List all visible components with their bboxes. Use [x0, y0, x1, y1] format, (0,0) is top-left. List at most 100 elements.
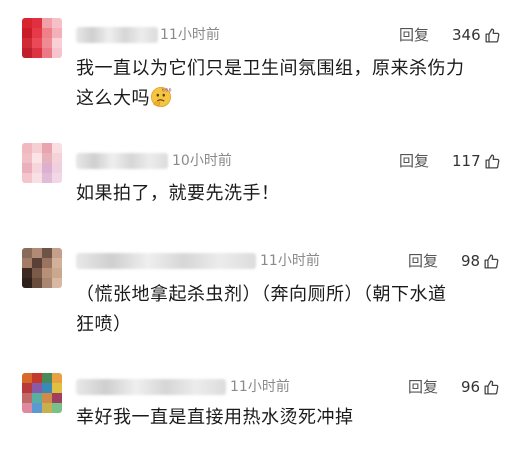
avatar-pixel — [22, 163, 32, 173]
reply-button[interactable]: 回复 — [408, 378, 438, 396]
avatar-pixel — [22, 248, 32, 258]
avatar-pixel — [42, 383, 52, 393]
avatar-pixel — [42, 268, 52, 278]
comment-text: 幸好我一直是直接用热水烫死冲掉 — [76, 407, 354, 428]
avatar-pixel — [42, 173, 52, 183]
thumbs-up-icon — [484, 379, 499, 395]
avatar-pixel — [42, 143, 52, 153]
comment-item: 11小时前 回复 98 （慌张地拿起杀虫剂）（奔向厕所）（朝下水道 狂喷） — [0, 230, 524, 355]
avatar-pixel — [52, 373, 62, 383]
thumbs-up-icon — [485, 153, 500, 169]
like-count: 346 — [452, 26, 481, 44]
avatar-pixel — [22, 383, 32, 393]
avatar-pixel — [22, 258, 32, 268]
avatar-pixel — [52, 153, 62, 163]
comment-item: 11小时前 回复 346 我一直以为它们只是卫生间氛围组，原来杀伤力 这么大吗 6… — [0, 0, 524, 125]
thumbs-up-icon — [484, 253, 499, 269]
avatar-pixel — [42, 18, 52, 28]
avatar-pixel — [42, 153, 52, 163]
avatar-pixel — [52, 163, 62, 173]
avatar-pixel — [42, 278, 52, 288]
comment-time: 11小时前 — [230, 379, 290, 395]
avatar-pixel — [42, 258, 52, 268]
avatar-pixel — [42, 28, 52, 38]
avatar[interactable] — [22, 143, 62, 183]
like-button[interactable]: 98 — [461, 252, 500, 270]
avatar-pixel — [32, 248, 42, 258]
avatar-pixel — [22, 28, 32, 38]
avatar-pixel — [52, 268, 62, 278]
avatar-pixel — [22, 153, 32, 163]
avatar-pixel — [22, 143, 32, 153]
avatar-pixel — [22, 18, 32, 28]
thinking-face-emoji-icon: 666 — [151, 87, 172, 107]
comment-item: 11小时前 回复 96 幸好我一直是直接用热水烫死冲掉 — [0, 355, 524, 449]
avatar-pixel — [22, 403, 32, 413]
username-blurred[interactable] — [76, 27, 158, 43]
like-count: 117 — [452, 152, 481, 170]
username-blurred[interactable] — [76, 153, 168, 169]
avatar-pixel — [32, 173, 42, 183]
avatar-pixel — [32, 278, 42, 288]
avatar-pixel — [42, 163, 52, 173]
avatar-pixel — [52, 248, 62, 258]
avatar-pixel — [32, 18, 42, 28]
avatar-pixel — [42, 373, 52, 383]
comment-text: 如果拍了，就要先洗手！ — [76, 183, 280, 204]
like-button[interactable]: 96 — [461, 378, 500, 396]
like-count: 96 — [461, 378, 481, 396]
avatar-pixel — [52, 18, 62, 28]
reply-button[interactable]: 回复 — [408, 252, 438, 270]
avatar-pixel — [42, 393, 52, 403]
avatar-pixel — [32, 48, 42, 58]
avatar-pixel — [22, 373, 32, 383]
avatar-pixel — [32, 153, 42, 163]
avatar-pixel — [32, 373, 42, 383]
avatar-pixel — [32, 383, 42, 393]
avatar-pixel — [32, 268, 42, 278]
avatar-pixel — [22, 268, 32, 278]
avatar-pixel — [32, 403, 42, 413]
avatar[interactable] — [22, 248, 62, 288]
avatar-pixel — [52, 48, 62, 58]
avatar[interactable] — [22, 373, 62, 413]
avatar-pixel — [52, 393, 62, 403]
username-blurred[interactable] — [76, 253, 256, 269]
comment-time: 10小时前 — [172, 153, 232, 169]
thumbs-up-icon — [485, 27, 500, 43]
avatar-pixel — [52, 258, 62, 268]
avatar-pixel — [52, 173, 62, 183]
comment-item: 10小时前 回复 117 如果拍了，就要先洗手！ — [0, 125, 524, 230]
avatar-pixel — [32, 393, 42, 403]
avatar-pixel — [52, 38, 62, 48]
avatar-pixel — [42, 403, 52, 413]
avatar-pixel — [22, 48, 32, 58]
comment-text: 我一直以为它们只是卫生间氛围组，原来杀伤力 这么大吗 666 — [76, 58, 465, 109]
username-blurred[interactable] — [76, 379, 226, 395]
like-button[interactable]: 346 — [452, 26, 501, 44]
reply-button[interactable]: 回复 — [399, 26, 429, 44]
avatar-pixel — [52, 143, 62, 153]
avatar-pixel — [32, 38, 42, 48]
avatar-pixel — [52, 403, 62, 413]
avatar-pixel — [22, 393, 32, 403]
avatar-pixel — [32, 163, 42, 173]
avatar-pixel — [32, 143, 42, 153]
avatar-pixel — [22, 38, 32, 48]
avatar-pixel — [22, 173, 32, 183]
avatar-pixel — [32, 258, 42, 268]
svg-text:666: 666 — [162, 88, 172, 94]
avatar-pixel — [52, 383, 62, 393]
avatar-pixel — [52, 278, 62, 288]
like-count: 98 — [461, 252, 481, 270]
avatar-pixel — [42, 38, 52, 48]
comment-text: （慌张地拿起杀虫剂）（奔向厕所）（朝下水道 狂喷） — [76, 284, 447, 335]
like-button[interactable]: 117 — [452, 152, 501, 170]
reply-button[interactable]: 回复 — [399, 152, 429, 170]
avatar-pixel — [52, 28, 62, 38]
comment-time: 11小时前 — [160, 27, 220, 43]
avatar-pixel — [42, 48, 52, 58]
comment-time: 11小时前 — [260, 253, 320, 269]
avatar[interactable] — [22, 18, 62, 58]
avatar-pixel — [32, 28, 42, 38]
